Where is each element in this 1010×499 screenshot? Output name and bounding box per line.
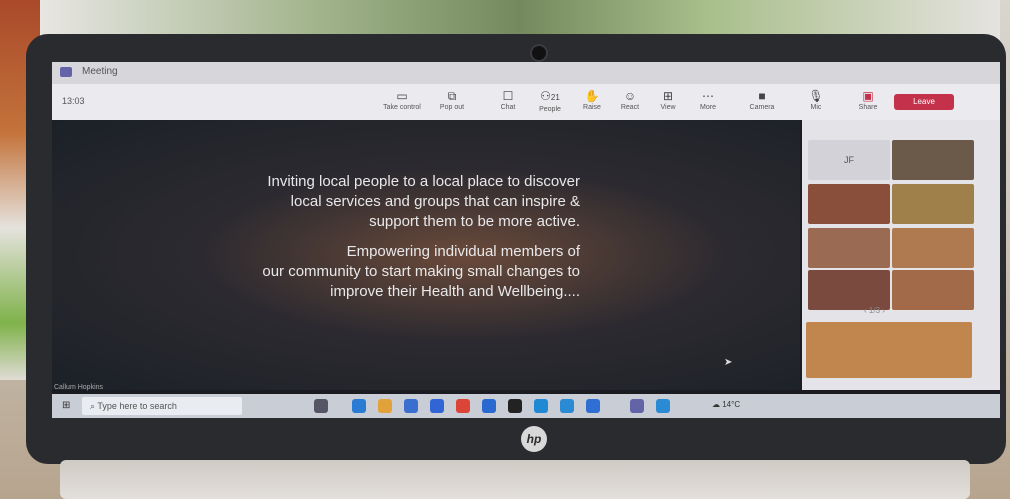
presenter-name: Callum Hopkins	[54, 384, 104, 391]
teams-icon[interactable]	[630, 399, 644, 413]
taskbar-search-input[interactable]: ⌕ Type here to search	[82, 397, 242, 415]
leave-button[interactable]: Leave	[894, 94, 954, 110]
participant-tile-initials[interactable]: JF	[808, 140, 890, 180]
laptop-screen: Meeting 13:03 ▭ Take control ⧉ Pop out ☐…	[52, 62, 1000, 418]
slide-paragraph-1: Inviting local people to a local place t…	[267, 173, 580, 230]
grid-icon: ⊞	[662, 89, 674, 103]
share-button[interactable]: ▣ Share	[848, 88, 888, 111]
file-explorer-icon[interactable]	[378, 399, 392, 413]
app-icon[interactable]	[560, 399, 574, 413]
cloud-icon: ☁	[712, 400, 723, 409]
take-control-button[interactable]: ▭ Take control	[382, 88, 422, 111]
meeting-toolbar: 13:03 ▭ Take control ⧉ Pop out ☐ Chat ⚇2…	[52, 84, 1000, 120]
self-view-tile[interactable]	[806, 322, 972, 378]
people-count: 21	[550, 93, 560, 102]
participant-tile[interactable]	[808, 228, 890, 268]
edge-icon[interactable]	[352, 399, 366, 413]
participant-tile[interactable]	[892, 270, 974, 310]
participant-tile[interactable]	[808, 184, 890, 224]
outlook-icon[interactable]	[430, 399, 444, 413]
smiley-icon: ☺	[623, 89, 637, 103]
pop-out-button[interactable]: ⧉ Pop out	[432, 88, 472, 111]
window-title: Meeting	[82, 66, 118, 77]
screen-share-icon: ▭	[396, 89, 408, 103]
more-icon: ⋯	[702, 89, 714, 103]
app-icon[interactable]	[534, 399, 548, 413]
participant-tile[interactable]	[808, 270, 890, 310]
app-icon[interactable]	[508, 399, 522, 413]
camera-button[interactable]: ■ Camera	[742, 88, 782, 111]
people-button[interactable]: ⚇21 People	[530, 88, 570, 113]
slide-paragraph-2: Empowering individual members of our com…	[262, 243, 580, 300]
participant-pager[interactable]: ‹ 1/3 ›	[864, 306, 885, 315]
more-button[interactable]: ⋯ More	[688, 88, 728, 111]
store-icon[interactable]	[404, 399, 418, 413]
shared-screen: Inviting local people to a local place t…	[52, 120, 800, 390]
task-view-icon[interactable]	[314, 399, 328, 413]
participant-tile[interactable]	[892, 140, 974, 180]
app-icon[interactable]	[656, 399, 670, 413]
chat-icon: ☐	[502, 89, 514, 103]
hand-icon: ✋	[584, 89, 600, 103]
people-icon: ⚇21	[540, 89, 560, 103]
react-button[interactable]: ☺ React	[610, 88, 650, 111]
popout-icon: ⧉	[447, 89, 457, 103]
mail-icon[interactable]	[482, 399, 496, 413]
windows-taskbar: ⊞ ⌕ Type here to search ☁ 14°C	[52, 394, 1000, 418]
mic-button[interactable]: 🎙 Mic	[796, 88, 836, 111]
share-icon: ▣	[862, 89, 874, 103]
window-titlebar: Meeting	[52, 62, 1000, 84]
webcam	[530, 44, 548, 62]
raise-hand-button[interactable]: ✋ Raise	[572, 88, 612, 111]
teams-logo-icon	[60, 67, 72, 77]
participant-tile[interactable]	[892, 184, 974, 224]
windows-start-icon[interactable]: ⊞	[62, 400, 70, 411]
chrome-icon[interactable]	[456, 399, 470, 413]
meeting-timer: 13:03	[62, 96, 85, 106]
laptop-chin	[26, 418, 1006, 464]
participant-tile[interactable]	[892, 228, 974, 268]
app-icon[interactable]	[586, 399, 600, 413]
view-button[interactable]: ⊞ View	[648, 88, 688, 111]
hp-logo: hp	[521, 426, 547, 452]
chat-button[interactable]: ☐ Chat	[488, 88, 528, 111]
weather-widget[interactable]: ☁ 14°C	[712, 400, 740, 409]
laptop-base	[60, 460, 970, 499]
participants-panel: JF ‹ 1/3 ›	[802, 120, 1000, 390]
mic-icon: 🎙	[808, 89, 824, 103]
mouse-cursor-icon: ➤	[724, 357, 733, 368]
camera-icon: ■	[758, 89, 766, 103]
